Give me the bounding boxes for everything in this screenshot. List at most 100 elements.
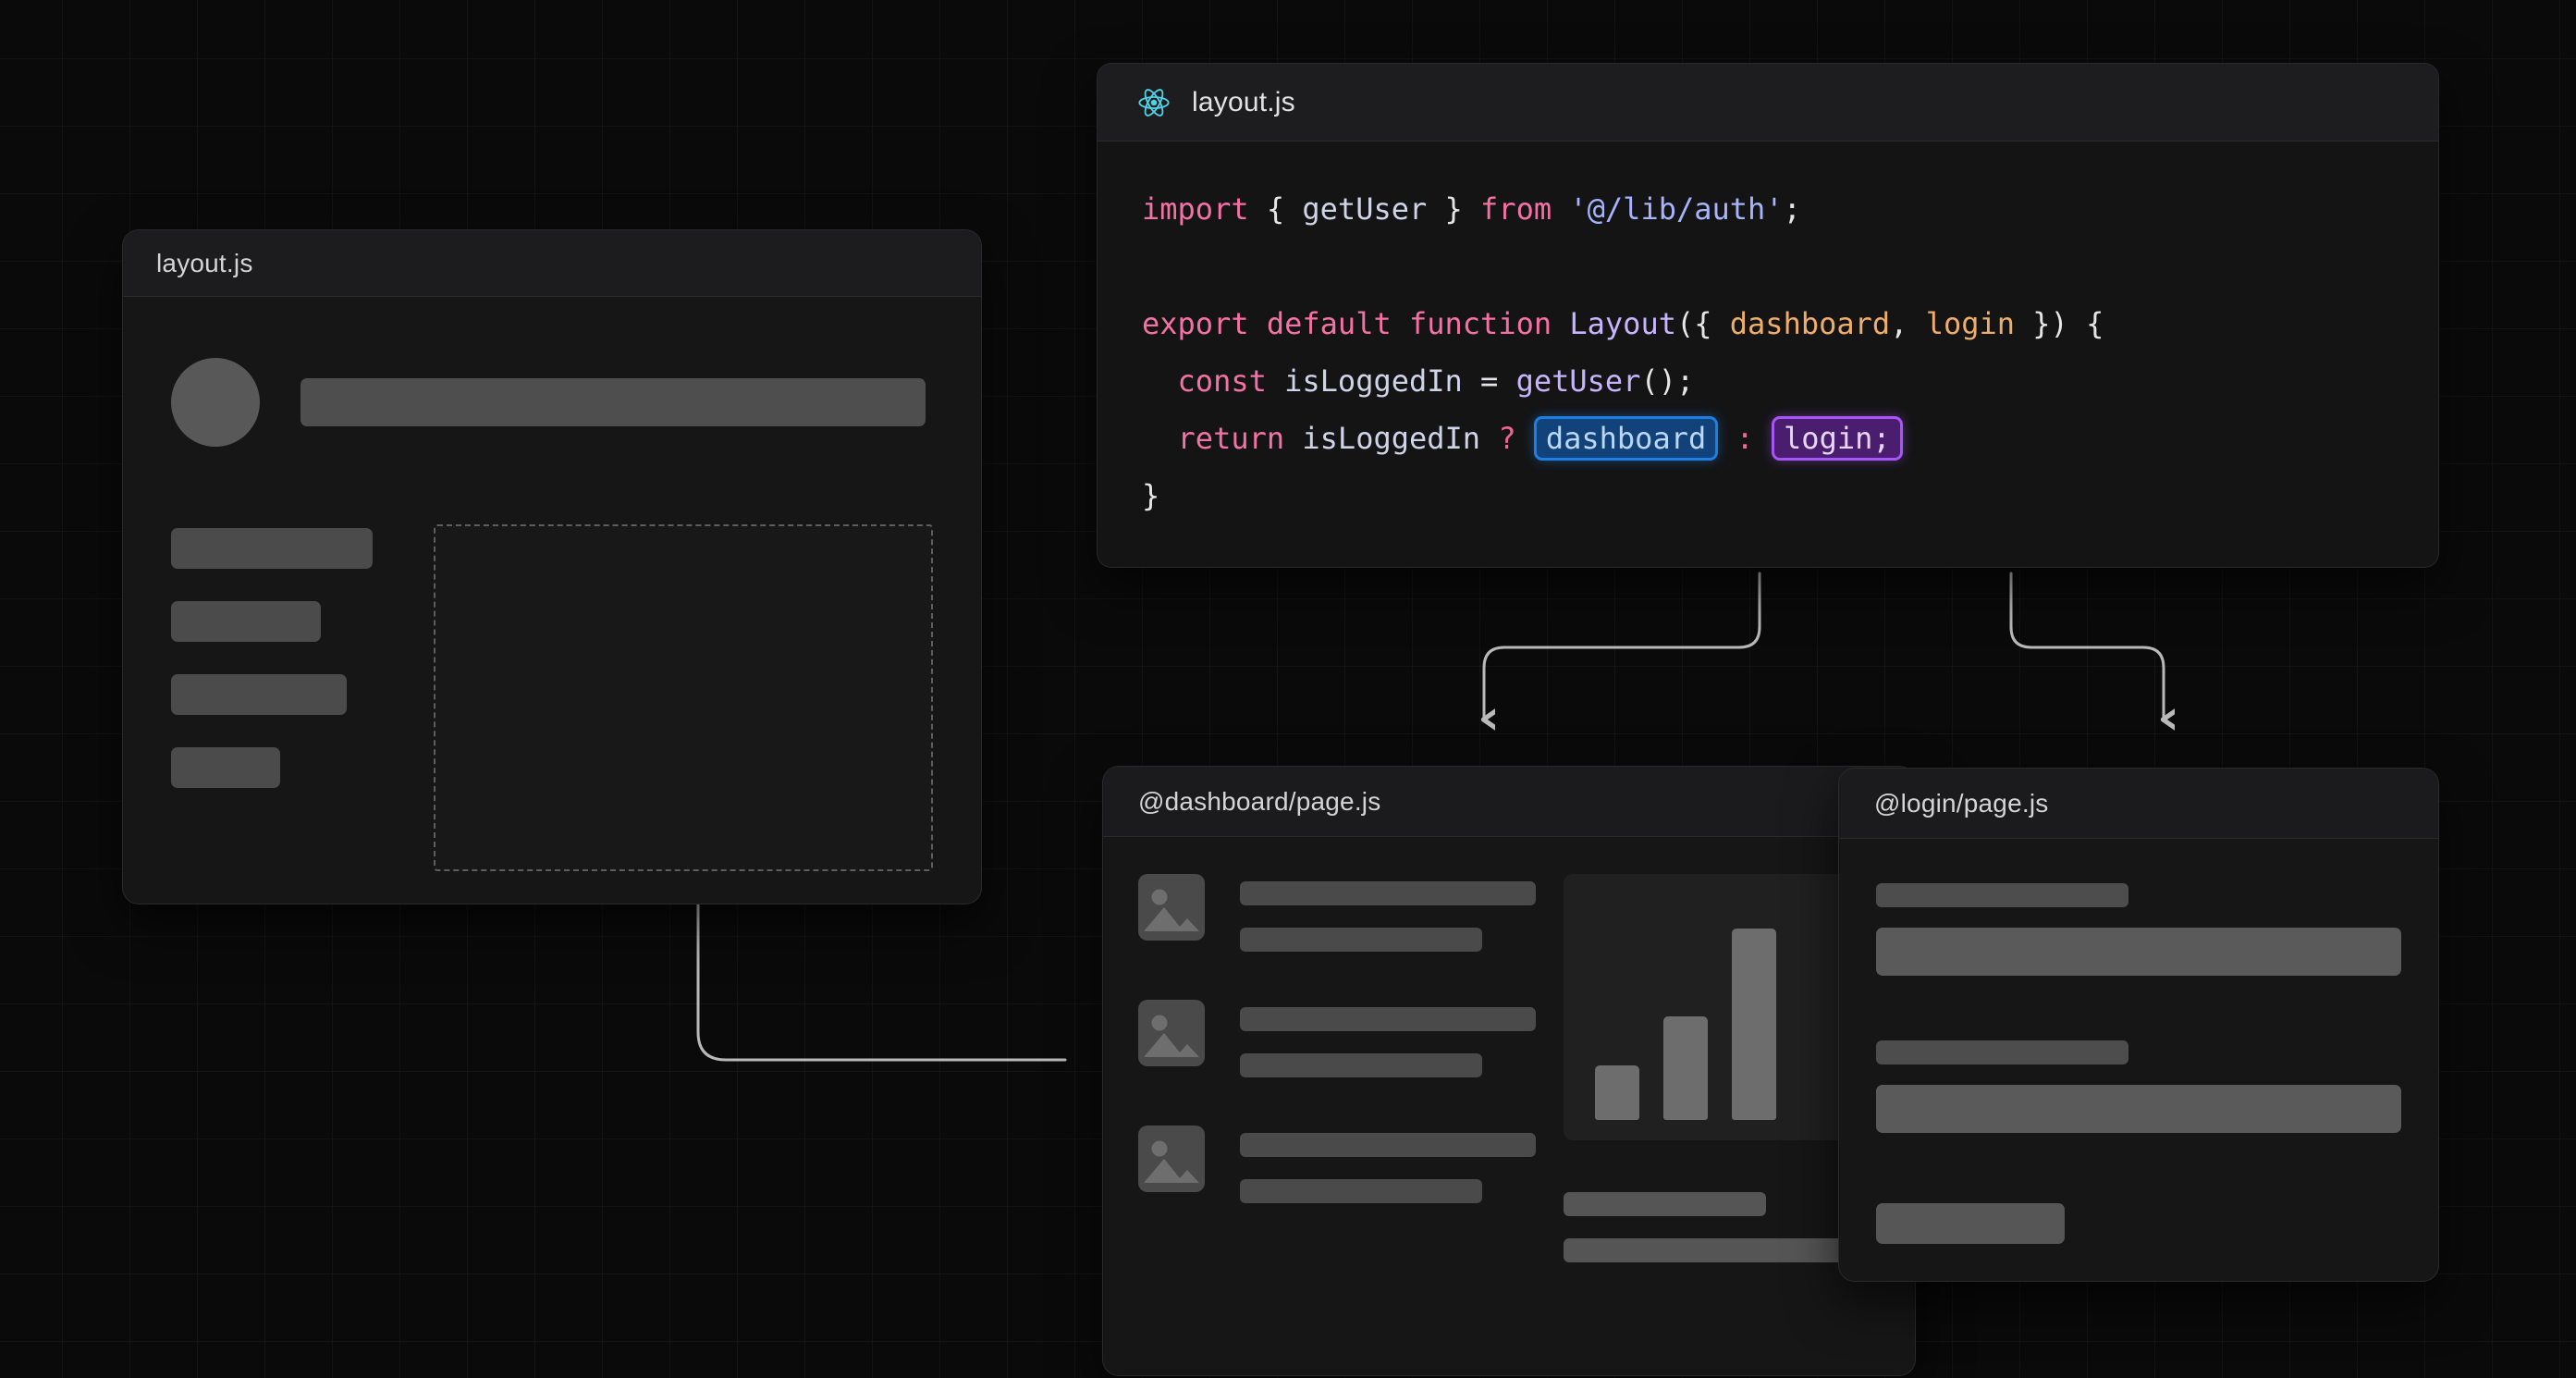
login-page-card: @login/page.js [1838, 768, 2439, 1282]
token-keyword-function: function [1408, 306, 1552, 341]
token-punct: ; [1783, 191, 1801, 227]
code-editor-content[interactable]: import { getUser } from '@/lib/auth'; ex… [1098, 141, 2438, 524]
code-line-close-brace: } [1142, 467, 2394, 524]
token-punct: } [1427, 191, 1481, 227]
diagram-canvas: dashboard (elbow, arrow down) --> login … [0, 0, 2576, 1378]
layout-card-header: layout.js [123, 230, 981, 297]
sidebar-item-1[interactable] [171, 528, 373, 569]
image-placeholder-icon [1138, 1000, 1205, 1066]
dashboard-chart-column [1564, 874, 1880, 1262]
token-string-module-path: '@/lib/auth' [1569, 191, 1784, 227]
token-keyword-const: const [1177, 363, 1267, 399]
layout-wireframe-card: layout.js [122, 229, 982, 904]
bar-chart-panel [1564, 874, 1880, 1140]
token-ident-isloggedin: isLoggedIn [1284, 363, 1463, 399]
children-slot-placeholder [434, 524, 933, 871]
header-placeholder-bar [301, 378, 926, 426]
list-item-line-1 [1240, 1133, 1536, 1157]
token-punct: { [1248, 191, 1303, 227]
token-keyword-return: return [1177, 421, 1285, 456]
token-function-layout: Layout [1569, 306, 1676, 341]
highlight-dashboard-slot[interactable]: dashboard [1533, 416, 1719, 461]
connector-code-to-dashboard [1484, 572, 1761, 720]
token-punct: , [1890, 306, 1926, 341]
wireframe-sidebar [171, 524, 373, 871]
react-logo-icon [1136, 85, 1171, 120]
token-function-getuser: getUser [1515, 363, 1641, 399]
dashboard-card-body [1103, 837, 1915, 1262]
login-card-header: @login/page.js [1839, 769, 2438, 839]
token-keyword-from: from [1480, 191, 1552, 227]
dashboard-page-card: @dashboard/page.js [1102, 766, 1916, 1376]
code-card-header: layout.js [1098, 64, 2438, 141]
dashboard-footer-lines [1564, 1192, 1880, 1262]
sidebar-item-2[interactable] [171, 601, 321, 642]
code-line-const: const isLoggedIn = getUser(); [1142, 352, 2394, 410]
token-param-dashboard: dashboard [1729, 306, 1891, 341]
dashboard-card-header: @dashboard/page.js [1103, 767, 1915, 837]
layout-wireframe-body [123, 297, 981, 904]
avatar [171, 358, 260, 447]
layout-card-title: layout.js [156, 248, 253, 277]
wireframe-top-row [171, 358, 933, 447]
list-item-lines [1240, 1000, 1536, 1077]
wireframe-main-row [171, 524, 933, 871]
image-placeholder-icon [1138, 1126, 1205, 1192]
code-card: layout.js import { getUser } from '@/lib… [1097, 63, 2439, 568]
list-item-lines [1240, 874, 1536, 952]
code-line-return: return isLoggedIn ? dashboard : login; [1142, 410, 2394, 467]
token-punct: = [1462, 363, 1516, 399]
login-card-body [1839, 839, 2438, 1244]
list-item[interactable] [1138, 1126, 1536, 1203]
list-item-line-2 [1240, 928, 1483, 952]
code-line-export-default: export default function Layout({ dashboa… [1142, 295, 2394, 352]
token-punct: } [1142, 478, 1160, 513]
sidebar-item-3[interactable] [171, 674, 347, 715]
code-card-title: layout.js [1192, 86, 1295, 117]
chart-bar-2 [1663, 1016, 1708, 1120]
list-item-lines [1240, 1126, 1536, 1203]
dashboard-card-title: @dashboard/page.js [1138, 786, 1381, 816]
token-ident-isloggedin: isLoggedIn [1302, 421, 1481, 456]
connector-code-to-login [2009, 572, 2164, 720]
login-field-input-2[interactable] [1876, 1085, 2401, 1133]
token-punct: }) { [2015, 306, 2104, 341]
token-keyword-export: export [1142, 306, 1249, 341]
chart-bar-3 [1732, 928, 1776, 1120]
login-field-label-1 [1876, 883, 2128, 907]
login-card-title: @login/page.js [1874, 788, 2049, 818]
list-item-line-1 [1240, 881, 1536, 905]
login-field-label-2 [1876, 1040, 2128, 1064]
login-submit-button[interactable] [1876, 1203, 2066, 1244]
list-item[interactable] [1138, 1000, 1536, 1077]
list-item-line-1 [1240, 1007, 1536, 1031]
token-keyword-import: import [1142, 191, 1249, 227]
list-item-line-2 [1240, 1053, 1483, 1077]
highlight-login-slot[interactable]: login; [1772, 416, 1903, 461]
login-field-input-1[interactable] [1876, 928, 2401, 976]
sidebar-item-4[interactable] [171, 747, 280, 788]
token-punct: (); [1640, 363, 1695, 399]
token-ident-getuser: getUser [1302, 191, 1428, 227]
chart-bar-1 [1595, 1065, 1639, 1120]
list-item-line-2 [1240, 1179, 1483, 1203]
token-param-login: login [1925, 306, 2016, 341]
token-punct: ({ [1675, 306, 1730, 341]
list-item[interactable] [1138, 874, 1536, 952]
token-ternary-question: ? [1498, 421, 1516, 456]
footer-line-2 [1564, 1238, 1880, 1262]
dashboard-list [1138, 874, 1536, 1262]
